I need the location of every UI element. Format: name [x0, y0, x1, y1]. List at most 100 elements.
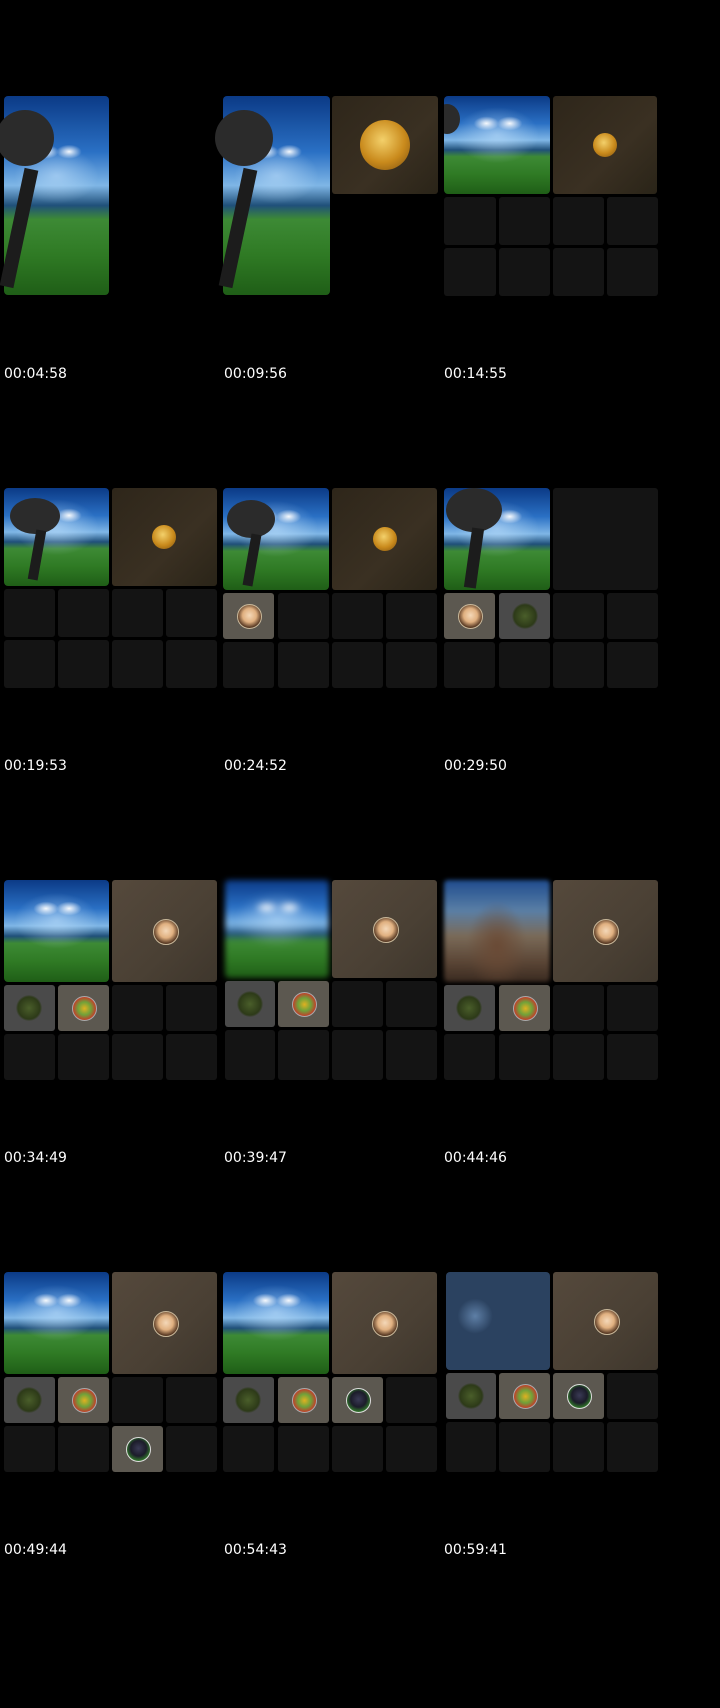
participant-avatar	[346, 1388, 371, 1413]
stadium-video-tile	[223, 96, 330, 295]
participant-avatar	[513, 1384, 538, 1409]
frame-thumbnail[interactable]	[444, 1272, 670, 1498]
participant-tile	[58, 985, 109, 1031]
participant-avatar	[292, 992, 317, 1017]
empty-tile	[112, 985, 163, 1031]
empty-tile	[446, 1422, 496, 1472]
participant-tile	[446, 1373, 496, 1419]
empty-tile	[166, 640, 217, 688]
empty-tile	[607, 593, 658, 639]
frame-thumbnail[interactable]	[215, 96, 449, 322]
participant-tile	[499, 1373, 550, 1419]
participant-avatar	[594, 1309, 620, 1335]
participant-avatar	[16, 1387, 42, 1413]
empty-tile	[607, 1422, 658, 1472]
participant-avatar	[458, 1383, 484, 1409]
timestamp-label: 00:14:55	[444, 366, 507, 382]
timestamp-label: 00:44:46	[444, 1150, 507, 1166]
participant-tile	[553, 96, 657, 194]
frame-thumbnail[interactable]	[4, 880, 230, 1106]
participant-tile	[4, 1377, 55, 1423]
timestamp-label: 00:09:56	[224, 366, 287, 382]
frame-thumbnail[interactable]	[444, 96, 670, 322]
participant-tile	[58, 1377, 109, 1423]
participant-avatar	[153, 919, 179, 945]
timestamp-label: 00:39:47	[224, 1150, 287, 1166]
participant-avatar	[373, 917, 399, 943]
empty-tile	[607, 642, 658, 688]
empty-tile	[553, 642, 604, 688]
empty-tile	[386, 1377, 437, 1423]
empty-tile	[444, 197, 496, 245]
empty-tile	[444, 248, 496, 296]
empty-tile	[607, 197, 658, 245]
participant-avatar	[235, 1387, 261, 1413]
participant-tile	[553, 1272, 658, 1370]
empty-tile	[444, 642, 495, 688]
stadium-video-tile	[225, 880, 329, 978]
frame-thumbnail[interactable]	[444, 880, 670, 1106]
participant-avatar	[458, 604, 483, 629]
empty-tile	[553, 1422, 604, 1472]
participant-avatar	[593, 133, 617, 157]
participant-tile	[332, 1272, 437, 1374]
participant-avatar	[152, 525, 176, 549]
frame-thumbnail[interactable]	[223, 488, 449, 714]
empty-tile	[166, 589, 217, 637]
empty-tile	[553, 197, 604, 245]
stadium-video-tile	[444, 880, 550, 982]
stadium-video-tile	[4, 880, 109, 982]
empty-tile	[332, 1426, 383, 1472]
participant-tile	[223, 593, 274, 639]
participant-tile	[225, 981, 275, 1027]
stadium-video-tile	[4, 96, 109, 295]
participant-avatar	[16, 995, 42, 1021]
empty-tile	[278, 642, 329, 688]
participant-tile	[112, 880, 217, 982]
participant-tile	[332, 880, 437, 978]
empty-tile	[225, 1030, 275, 1080]
empty-tile	[58, 589, 109, 637]
empty-tile	[112, 640, 163, 688]
participant-avatar	[513, 996, 538, 1021]
empty-tile	[112, 1377, 163, 1423]
stadium-video-tile	[444, 96, 550, 194]
frame-thumbnail[interactable]	[4, 488, 230, 714]
participant-avatar	[456, 995, 482, 1021]
participant-tile	[332, 1377, 383, 1423]
empty-tile	[58, 1034, 109, 1080]
empty-tile	[553, 1034, 604, 1080]
frame-thumbnail[interactable]	[223, 1272, 449, 1498]
empty-tile	[553, 248, 604, 296]
empty-tile	[386, 981, 437, 1027]
empty-tile	[58, 1426, 109, 1472]
frame-thumbnail[interactable]	[4, 1272, 230, 1498]
participant-avatar	[72, 996, 97, 1021]
timestamp-label: 00:04:58	[4, 366, 67, 382]
empty-tile	[112, 1034, 163, 1080]
timestamp-label: 00:24:52	[224, 758, 287, 774]
participant-tile	[553, 880, 658, 982]
empty-tile	[58, 640, 109, 688]
empty-tile	[332, 1030, 383, 1080]
participant-tile	[112, 488, 217, 586]
empty-tile	[553, 593, 604, 639]
empty-tile	[278, 1426, 329, 1472]
participant-avatar	[72, 1388, 97, 1413]
empty-tile	[278, 593, 329, 639]
empty-tile	[499, 248, 550, 296]
empty-tile	[553, 985, 604, 1031]
empty-tile	[166, 985, 217, 1031]
participant-avatar	[360, 120, 410, 170]
empty-tile	[386, 1030, 437, 1080]
empty-tile	[4, 640, 55, 688]
frame-thumbnail[interactable]	[223, 880, 449, 1106]
stadium-video-tile	[4, 488, 109, 586]
frame-thumbnail[interactable]	[444, 488, 670, 714]
participant-avatar	[373, 527, 397, 551]
participant-avatar	[292, 1388, 317, 1413]
participant-avatar	[567, 1384, 592, 1409]
empty-tile	[278, 1030, 329, 1080]
empty-tile	[607, 248, 658, 296]
frame-thumbnail[interactable]	[0, 96, 230, 322]
